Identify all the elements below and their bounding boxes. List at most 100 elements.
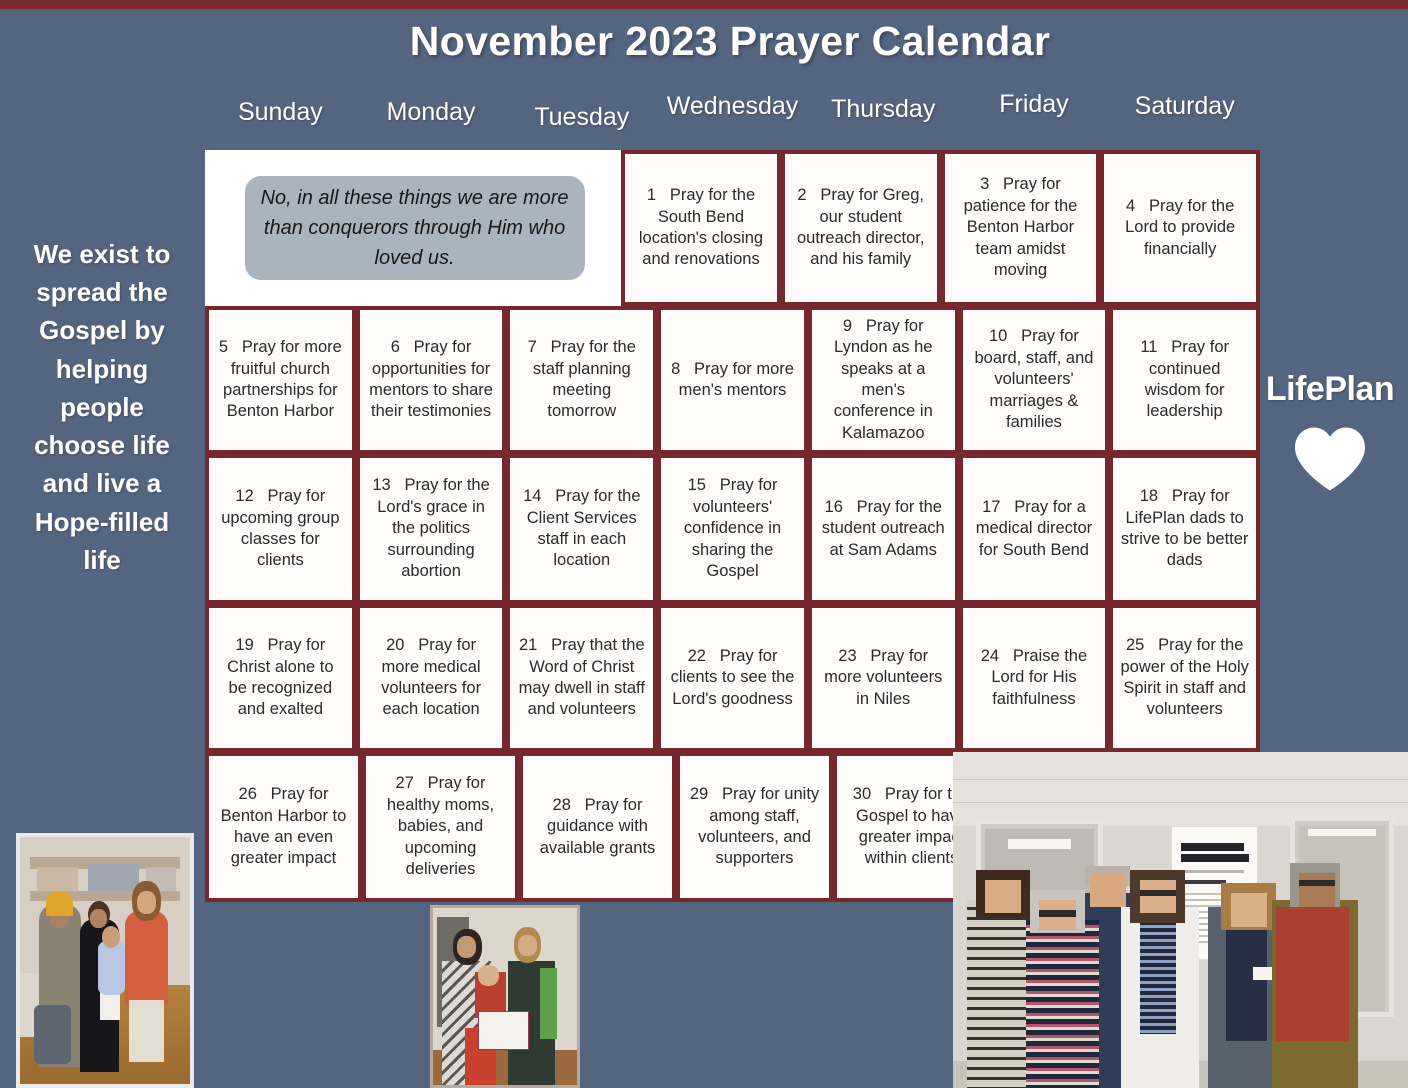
day-cell-13[interactable]: 13 Pray for the Lord's grace in the poli…: [355, 454, 507, 604]
day-cell-4[interactable]: 4 Pray for the Lord to provide financial…: [1100, 150, 1261, 306]
day-cell-21[interactable]: 21 Pray that the Word of Christ may dwel…: [506, 604, 658, 752]
day-cell-content: 11 Pray for continued wisdom for leaders…: [1120, 337, 1249, 423]
day-number: 16: [824, 497, 853, 516]
photo-shape-poster-subhead: [1180, 879, 1226, 885]
photo-shape-sleeve: [539, 968, 557, 1039]
day-cell-15[interactable]: 15 Pray for volunteers' confidence in sh…: [657, 454, 808, 604]
page-title: November 2023 Prayer Calendar: [409, 18, 1051, 64]
day-cell-27[interactable]: 27 Pray for healthy moms, babies, and up…: [362, 752, 519, 902]
day-prayer-text: Pray for more men's mentors: [678, 359, 794, 399]
day-number: 22: [687, 646, 716, 665]
day-cell-content: 29 Pray for unity among staff, volunteer…: [687, 784, 822, 870]
day-number: 24: [980, 646, 1009, 665]
photo-shape-poster-title: [1180, 842, 1245, 851]
photo-shape-vest: [1276, 906, 1349, 1041]
photo-shape-person: [125, 911, 168, 1005]
day-cell-5[interactable]: 5 Pray for more fruitful church partners…: [205, 306, 356, 454]
photo-shape-merchandise: [88, 864, 139, 892]
photo-shape-ceiling-line: [953, 802, 1408, 804]
day-prayer-text: Pray for more fruitful church partnershi…: [223, 338, 342, 421]
day-prayer-text: Pray for Lyndon as he speaks at a men's …: [833, 316, 933, 442]
day-cell-content: 24 Praise the Lord for His faithfulness: [970, 646, 1099, 710]
day-cell-12[interactable]: 12 Pray for upcoming group classes for c…: [205, 454, 356, 604]
photo-shape-face: [1230, 893, 1267, 927]
photo-shape-diaper-bag: [33, 1004, 71, 1065]
day-cell-14[interactable]: 14 Pray for the Client Services staff in…: [506, 454, 658, 604]
day-cell-20[interactable]: 20 Pray for more medical volunteers for …: [355, 604, 507, 752]
day-cell-content: 23 Pray for more volunteers in Niles: [819, 646, 948, 710]
day-number: 5: [218, 338, 238, 357]
photo-shape-ceiling-line: [953, 778, 1408, 780]
week-row: 12 Pray for upcoming group classes for c…: [205, 454, 1261, 604]
day-number: 23: [838, 646, 866, 665]
day-cell-19[interactable]: 19 Pray for Christ alone to be recognize…: [205, 604, 356, 752]
top-accent-stripe: [0, 0, 1408, 9]
day-cell-3[interactable]: 3 Pray for patience for the Benton Harbo…: [940, 150, 1101, 306]
day-number: 14: [523, 487, 551, 506]
day-cell-content: 14 Pray for the Client Services staff in…: [517, 486, 646, 572]
photo-canvas: [433, 908, 577, 1085]
day-number: 27: [395, 774, 424, 793]
day-cell-content: 25 Pray for the power of the Holy Spirit…: [1120, 635, 1249, 721]
day-cell-28[interactable]: 28 Pray for guidance with available gran…: [519, 752, 676, 902]
day-cell-8[interactable]: 8 Pray for more men's mentors: [657, 306, 808, 454]
day-cell-content: 28 Pray for guidance with available gran…: [530, 795, 665, 859]
weekday-saturday: Saturday: [1134, 92, 1235, 120]
day-cell-9[interactable]: 9 Pray for Lyndon as he speaks at a men'…: [807, 306, 959, 454]
photo-shape-face: [1089, 872, 1126, 907]
day-cell-content: 18 Pray for LifePlan dads to strive to b…: [1120, 486, 1249, 572]
weekday-sunday: Sunday: [237, 98, 323, 126]
day-cell-6[interactable]: 6 Pray for opportunities for mentors to …: [355, 306, 507, 454]
photo-shape-face: [89, 908, 107, 929]
day-cell-content: 5 Pray for more fruitful church partners…: [216, 337, 345, 423]
day-cell-23[interactable]: 23 Pray for more volunteers in Niles: [807, 604, 959, 752]
day-number: 11: [1140, 338, 1167, 357]
day-cell-content: 13 Pray for the Lord's grace in the poli…: [367, 475, 496, 582]
day-cell-18[interactable]: 18 Pray for LifePlan dads to strive to b…: [1109, 454, 1261, 604]
day-number: 3: [980, 175, 999, 194]
day-cell-content: 20 Pray for more medical volunteers for …: [367, 635, 496, 721]
day-cell-content: 21 Pray that the Word of Christ may dwel…: [517, 635, 646, 721]
photo-shape-face: [984, 879, 1022, 914]
day-number: 12: [235, 487, 263, 506]
day-cell-content: 7 Pray for the staff planning meeting to…: [517, 337, 646, 423]
day-cell-17[interactable]: 17 Pray for a medical director for South…: [958, 454, 1110, 604]
day-cell-2[interactable]: 2 Pray for Greg, our student outreach di…: [780, 150, 941, 306]
day-number: 26: [238, 785, 267, 804]
day-cell-1[interactable]: 1 Pray for the South Bend location's clo…: [621, 150, 781, 306]
day-cell-10[interactable]: 10 Pray for board, staff, and volunteers…: [958, 306, 1110, 454]
day-number: 19: [235, 636, 263, 655]
day-cell-content: 9 Pray for Lyndon as he speaks at a men'…: [819, 316, 948, 445]
day-cell-29[interactable]: 29 Pray for unity among staff, volunteer…: [676, 752, 833, 902]
day-cell-26[interactable]: 26 Pray for Benton Harbor to have an eve…: [205, 752, 362, 902]
day-number: 8: [671, 359, 690, 378]
day-cell-content: 22 Pray for clients to see the Lord's go…: [668, 646, 797, 710]
photo-certificate: [430, 905, 580, 1088]
day-cell-content: 16 Pray for the student outreach at Sam …: [819, 497, 948, 561]
photo-family-store: [16, 833, 194, 1088]
day-cell-22[interactable]: 22 Pray for clients to see the Lord's go…: [657, 604, 808, 752]
day-cell-7[interactable]: 7 Pray for the staff planning meeting to…: [506, 306, 658, 454]
day-number: 10: [989, 327, 1017, 346]
heart-icon: [1252, 423, 1408, 493]
day-number: 28: [552, 795, 581, 814]
photo-shape-face: [457, 936, 477, 958]
photo-shape-baby: [98, 940, 126, 996]
photo-shape-face: [517, 934, 537, 956]
day-number: 29: [689, 785, 718, 804]
day-cell-11[interactable]: 11 Pray for continued wisdom for leaders…: [1109, 306, 1261, 454]
weekday-wednesday: Wednesday: [666, 92, 799, 120]
day-cell-content: 12 Pray for upcoming group classes for c…: [216, 486, 345, 572]
photo-shape-ceiling: [953, 752, 1408, 826]
photo-shape-poster-line: [1180, 869, 1245, 873]
day-cell-16[interactable]: 16 Pray for the student outreach at Sam …: [807, 454, 959, 604]
weekday-header-row: Sunday Monday Tuesday Wednesday Thursday…: [205, 90, 1260, 131]
week-row: No, in all these things we are more than…: [205, 150, 1261, 306]
day-cell-24[interactable]: 24 Praise the Lord for His faithfulness: [958, 604, 1110, 752]
day-number: 30: [852, 785, 881, 804]
scripture-verse-text: No, in all these things we are more than…: [244, 176, 585, 280]
day-cell-content: 19 Pray for Christ alone to be recognize…: [216, 635, 345, 721]
day-cell-25[interactable]: 25 Pray for the power of the Holy Spirit…: [1109, 604, 1261, 752]
photo-shape-certificate: [477, 1010, 530, 1050]
mission-statement: We exist to spread the Gospel by helping…: [33, 239, 171, 575]
